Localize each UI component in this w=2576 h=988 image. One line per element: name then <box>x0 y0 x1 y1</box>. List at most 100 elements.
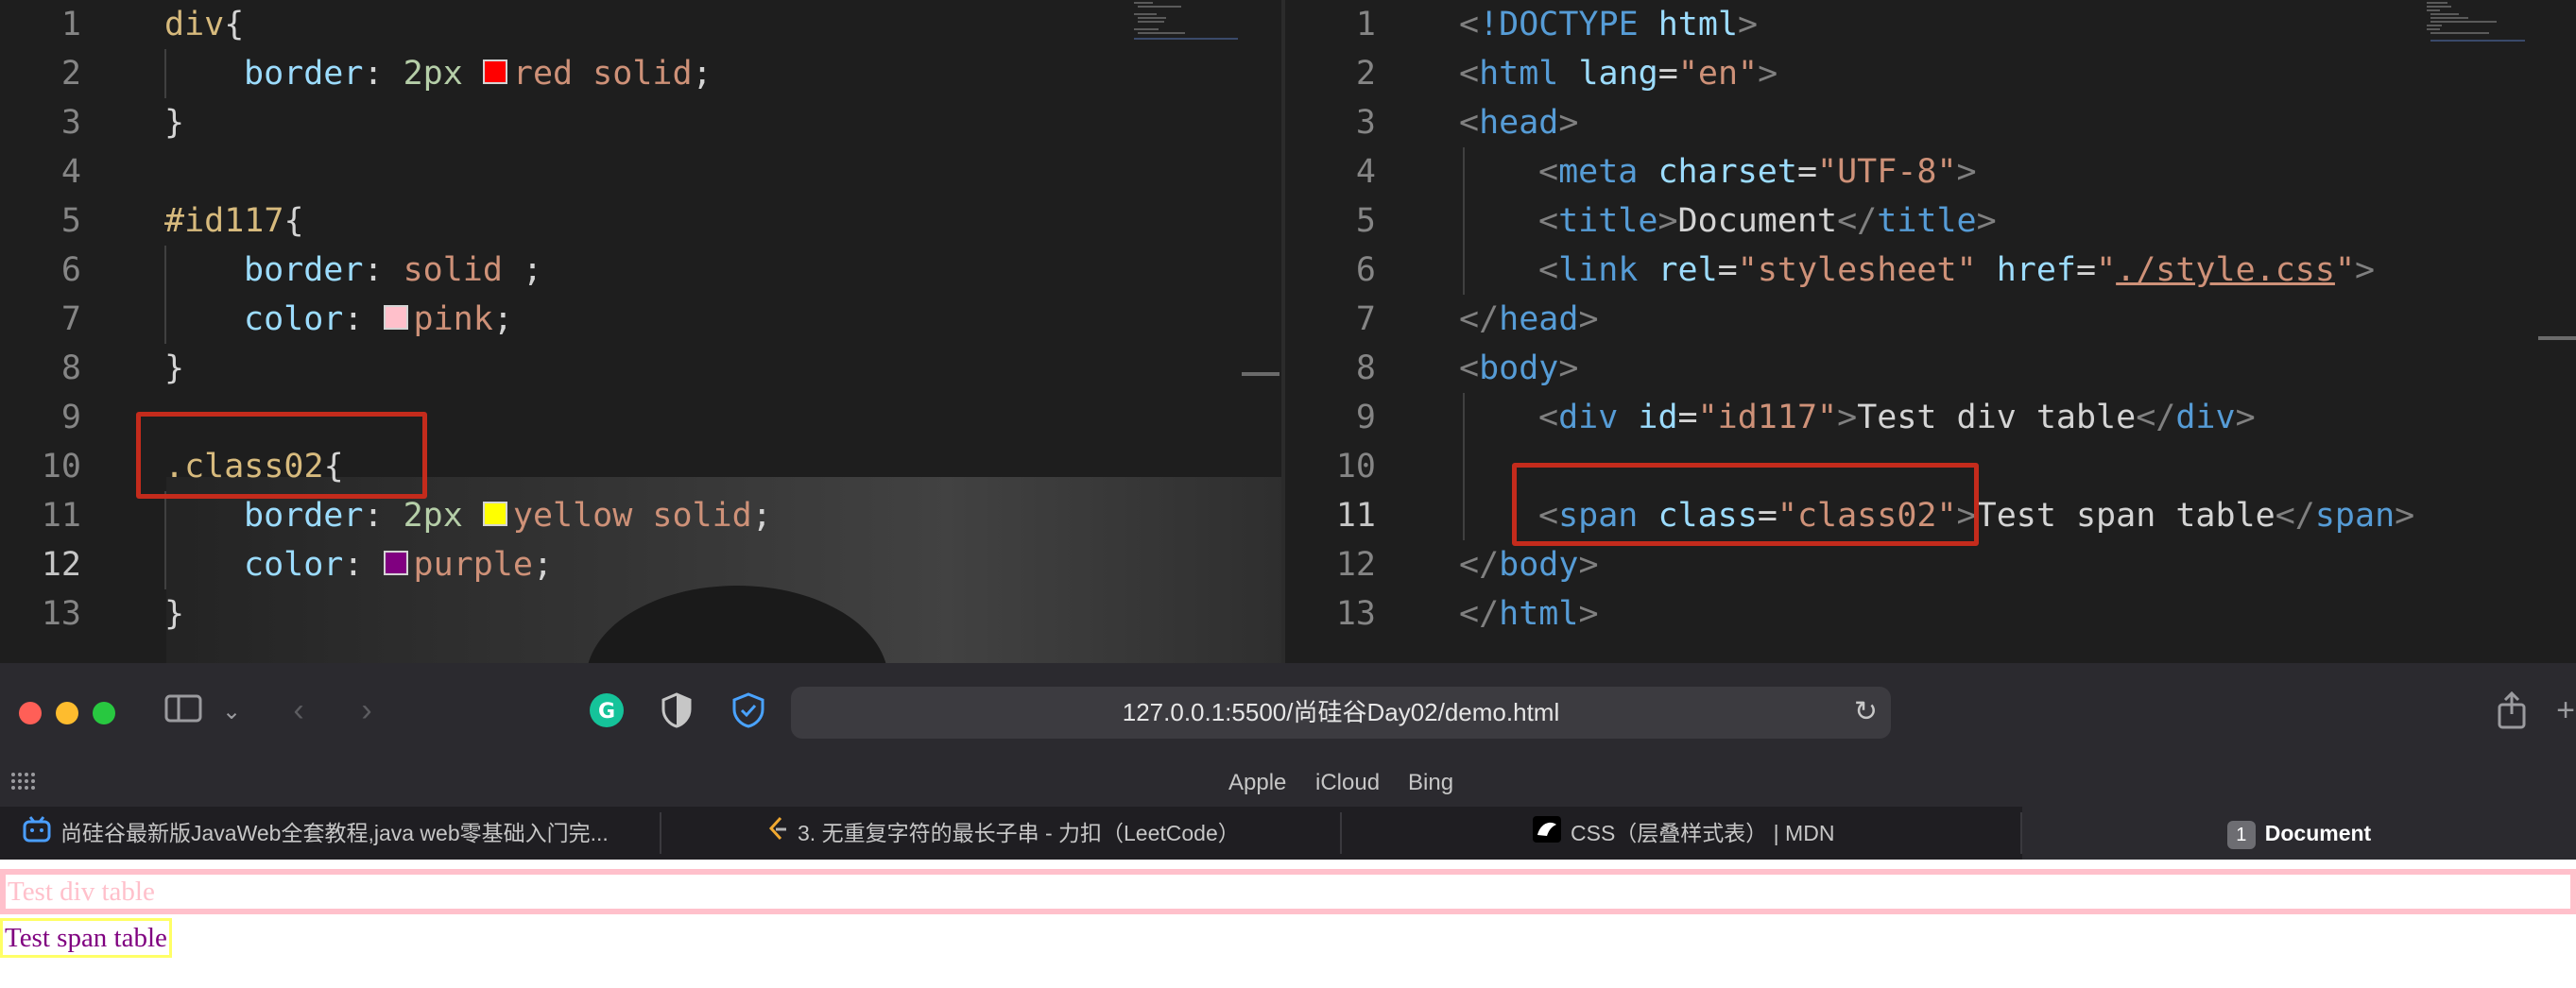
code-text: <html lang="en"> <box>1459 49 1777 98</box>
code-line[interactable]: 1 div{ <box>0 0 1281 49</box>
line-number: 4 <box>60 153 81 191</box>
code-token: { <box>224 6 245 43</box>
code-token: 2px <box>403 55 483 93</box>
minimize-window-button[interactable] <box>56 702 78 724</box>
chevron-down-icon[interactable]: ⌄ <box>217 693 246 731</box>
code-token: rel <box>1638 251 1718 289</box>
code-token: ; <box>532 546 554 584</box>
favorite-icloud[interactable]: iCloud <box>1315 759 1380 807</box>
indent-guide <box>1463 147 1465 295</box>
forward-icon[interactable]: › <box>348 691 386 729</box>
code-line[interactable]: 4 <meta charset="UTF-8"> <box>1285 147 2576 196</box>
tab-leetcode[interactable]: 3. 无重复字符的最长子串 - 力扣（LeetCode） <box>767 807 1334 860</box>
tab-javaweb-course[interactable]: 尚硅谷最新版JavaWeb全套教程,java web零基础入门完... <box>23 807 656 860</box>
code-token: body <box>1499 546 1579 584</box>
code-line[interactable]: 5 #id117{ <box>0 196 1281 246</box>
code-line[interactable]: 13 </html> <box>1285 589 2576 639</box>
sidebar-toggle-icon[interactable] <box>163 693 204 731</box>
tab-label: 3. 无重复字符的最长子串 - 力扣（LeetCode） <box>798 821 1240 845</box>
code-token: border <box>244 497 364 535</box>
line-number: 7 <box>1355 300 1376 338</box>
code-token: head <box>1499 300 1579 338</box>
code-token: } <box>164 104 185 142</box>
favorite-bing[interactable]: Bing <box>1408 759 1453 807</box>
code-token: > <box>2355 251 2376 289</box>
line-number: 2 <box>1355 55 1376 93</box>
css-minimap[interactable] <box>1134 0 1238 57</box>
color-swatch[interactable] <box>482 60 507 84</box>
code-line[interactable]: 6 <link rel="stylesheet" href="./style.cs… <box>1285 246 2576 295</box>
code-token: #id117 <box>164 202 284 240</box>
code-line[interactable]: 2 <html lang="en"> <box>1285 49 2576 98</box>
tab-mdn-css[interactable]: CSS（层叠样式表） | MDN <box>1533 807 2005 860</box>
code-line[interactable]: 7 </head> <box>1285 295 2576 344</box>
html-minimap[interactable] <box>2427 0 2531 57</box>
privacy-shield-icon[interactable] <box>656 691 697 738</box>
zoom-window-button[interactable] <box>93 702 115 724</box>
line-number: 1 <box>1355 6 1376 43</box>
code-line[interactable]: 1 <!DOCTYPE html> <box>1285 0 2576 49</box>
indent-guide <box>1463 393 1465 540</box>
editor-area: 1 div{2 border: 2px red solid; 3} 4 5 #id117{6… <box>0 0 2576 663</box>
code-line[interactable]: 12 color: purple; <box>0 540 1281 589</box>
code-line[interactable]: 4 <box>0 147 1281 196</box>
line-number: 6 <box>1355 251 1376 289</box>
line-number: 11 <box>1335 497 1376 535</box>
code-token: lang <box>1558 55 1658 93</box>
css-scrollbar[interactable] <box>1242 372 1279 376</box>
bilibili-icon <box>23 809 51 860</box>
code-line[interactable]: 8} <box>0 344 1281 393</box>
html-editor-pane[interactable]: 1 <!DOCTYPE html> 2 <html lang="en"> 3 <head>… <box>1285 0 2576 663</box>
code-token: ; <box>492 300 513 338</box>
color-swatch[interactable] <box>482 502 507 526</box>
line-number: 11 <box>41 497 81 535</box>
line-number: 10 <box>41 448 81 485</box>
grid-icon[interactable] <box>9 767 36 805</box>
code-text: } <box>164 98 184 147</box>
line-number: 3 <box>1355 104 1376 142</box>
code-line[interactable]: 13} <box>0 589 1281 639</box>
color-swatch[interactable] <box>383 305 408 330</box>
code-token: html <box>1499 595 1579 633</box>
html-scrollbar[interactable] <box>2538 336 2576 340</box>
code-line[interactable]: 3 <head> <box>1285 98 2576 147</box>
code-token: > <box>1738 6 1759 43</box>
back-icon[interactable]: ‹ <box>280 691 318 729</box>
adblock-shield-icon[interactable] <box>728 691 769 738</box>
code-token: : <box>363 497 404 535</box>
code-token: Test span table <box>1976 497 2275 535</box>
reload-icon[interactable]: ↻ <box>1854 696 1878 728</box>
grammarly-extension-icon[interactable]: G <box>586 691 627 738</box>
share-icon[interactable] <box>2491 690 2533 738</box>
indent-guide <box>164 491 166 589</box>
code-text: </body> <box>1459 540 1599 589</box>
tab-document[interactable]: 1 Document <box>2022 807 2576 860</box>
code-token: "en" <box>1677 55 1759 93</box>
code-line[interactable]: 12 </body> <box>1285 540 2576 589</box>
code-token: : <box>363 55 404 93</box>
code-line[interactable]: 7 color: pink; <box>0 295 1281 344</box>
code-line[interactable]: 2 border: 2px red solid; <box>0 49 1281 98</box>
code-token: > <box>1578 595 1599 633</box>
close-window-button[interactable] <box>19 702 42 724</box>
tab-label: 尚硅谷最新版JavaWeb全套教程,java web零基础入门完... <box>60 821 609 845</box>
code-token: > <box>1837 399 1858 436</box>
color-swatch[interactable] <box>383 551 408 575</box>
code-token: } <box>164 349 185 387</box>
code-token: ; <box>502 251 543 289</box>
indent-guide <box>164 49 166 98</box>
new-tab-icon[interactable]: + <box>2555 691 2576 729</box>
code-token: div <box>2175 399 2236 436</box>
code-line[interactable]: 3} <box>0 98 1281 147</box>
code-line[interactable]: 9 <div id="id117">Test div table</div> <box>1285 393 2576 442</box>
code-text: <head> <box>1459 98 1578 147</box>
code-line[interactable]: 5 <title>Document</title> <box>1285 196 2576 246</box>
favorite-apple[interactable]: Apple <box>1228 759 1286 807</box>
code-line[interactable]: 6 border: solid ; <box>0 246 1281 295</box>
css-editor-pane[interactable]: 1 div{2 border: 2px red solid; 3} 4 5 #id117{6… <box>0 0 1281 663</box>
code-token: </ <box>1459 300 1500 338</box>
code-line[interactable]: 8 <body> <box>1285 344 2576 393</box>
url-text[interactable]: 127.0.0.1:5500/尚硅谷Day02/demo.html <box>791 687 1891 739</box>
code-token: "id117" <box>1697 399 1838 436</box>
address-bar[interactable]: 127.0.0.1:5500/尚硅谷Day02/demo.html ↻ <box>791 687 1891 739</box>
